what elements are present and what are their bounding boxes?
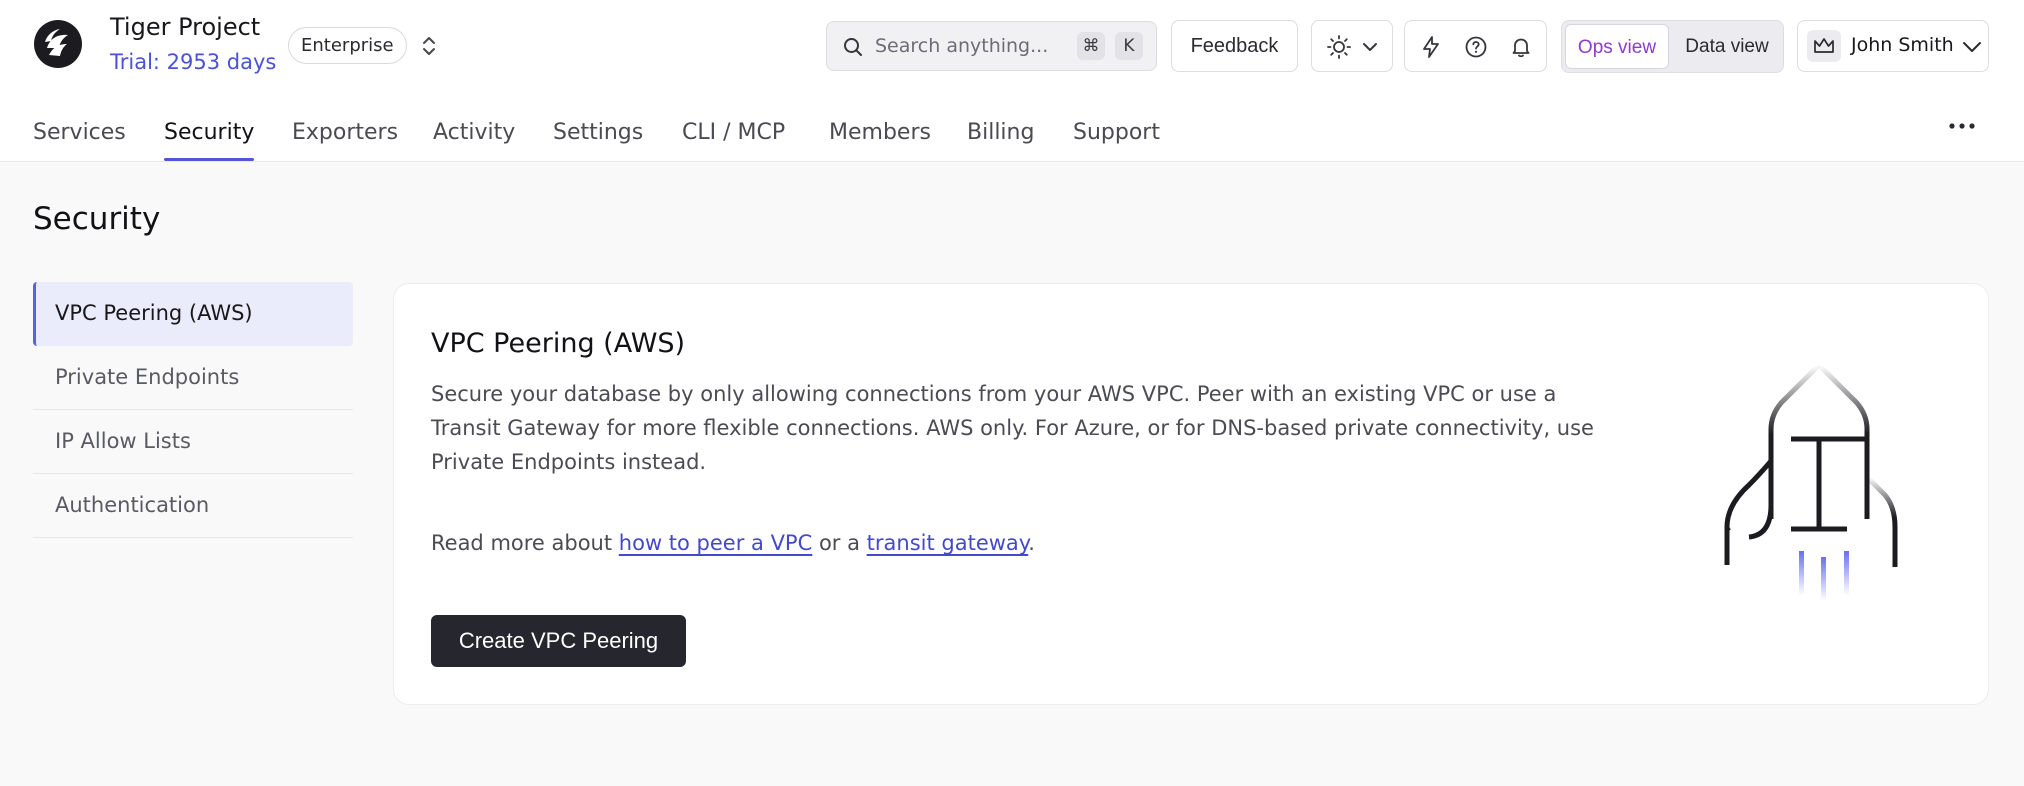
view-toggle: Ops view Data view xyxy=(1561,20,1784,73)
tab-cli-mcp[interactable]: CLI / MCP xyxy=(682,120,785,145)
sun-icon xyxy=(1327,35,1351,59)
page-title: Security xyxy=(33,201,161,237)
sidenav-item-private-endpoints[interactable]: Private Endpoints xyxy=(33,346,353,410)
tab-settings[interactable]: Settings xyxy=(553,120,643,145)
user-menu-button[interactable]: John Smith xyxy=(1797,20,1989,72)
bell-icon[interactable] xyxy=(1509,35,1533,59)
card-description: Secure your database by only allowing co… xyxy=(431,382,1594,474)
tab-members[interactable]: Members xyxy=(829,120,931,145)
project-switcher-icon[interactable] xyxy=(418,33,440,59)
trial-remaining: Trial: 2953 days xyxy=(110,50,277,74)
security-sidenav: VPC Peering (AWS) Private Endpoints IP A… xyxy=(33,282,353,538)
quick-actions-group xyxy=(1404,20,1547,72)
data-view-option[interactable]: Data view xyxy=(1672,24,1782,69)
search-icon xyxy=(844,38,862,56)
feedback-button[interactable]: Feedback xyxy=(1171,20,1298,72)
plan-badge: Enterprise xyxy=(288,27,407,64)
user-name: John Smith xyxy=(1851,34,1954,56)
card-title: VPC Peering (AWS) xyxy=(431,328,686,359)
tab-exporters[interactable]: Exporters xyxy=(292,120,398,145)
chevron-down-icon xyxy=(1363,43,1377,51)
ops-view-option[interactable]: Ops view xyxy=(1565,24,1669,69)
project-name[interactable]: Tiger Project xyxy=(110,13,260,41)
read-more-text: Read more about how to peer a VPC or a t… xyxy=(431,531,1035,555)
theme-toggle-button[interactable] xyxy=(1311,20,1393,72)
search-box[interactable]: Search anything... ⌘ K xyxy=(826,21,1157,71)
more-options-icon[interactable] xyxy=(1948,122,1976,130)
sidenav-item-authentication[interactable]: Authentication xyxy=(33,474,353,538)
create-vpc-peering-button[interactable]: Create VPC Peering xyxy=(431,615,686,667)
read-more-prefix: Read more about xyxy=(431,531,619,555)
read-more-suffix: . xyxy=(1028,531,1035,555)
help-icon[interactable] xyxy=(1464,35,1488,59)
read-more-mid: or a xyxy=(812,531,867,555)
shortcut-k-key: K xyxy=(1115,32,1143,60)
tab-security[interactable]: Security xyxy=(164,120,254,145)
lightning-icon[interactable] xyxy=(1419,35,1443,59)
crown-icon xyxy=(1814,38,1834,53)
search-placeholder: Search anything... xyxy=(875,35,1049,57)
tiger-logo-icon[interactable] xyxy=(32,18,84,70)
main-tabs: Services Security Exporters Activity Set… xyxy=(0,108,2024,162)
tab-support[interactable]: Support xyxy=(1073,120,1160,145)
avatar xyxy=(1807,30,1841,62)
top-bar: Tiger Project Trial: 2953 days Enterpris… xyxy=(0,0,2024,162)
tab-activity[interactable]: Activity xyxy=(433,120,515,145)
rocket-illustration-icon xyxy=(1724,363,1898,601)
tab-billing[interactable]: Billing xyxy=(967,120,1034,145)
active-tab-indicator xyxy=(164,158,254,161)
chevron-down-icon xyxy=(1963,42,1981,52)
vpc-peering-card: VPC Peering (AWS) Secure your database b… xyxy=(393,283,1989,705)
sidenav-item-ip-allow-lists[interactable]: IP Allow Lists xyxy=(33,410,353,474)
shortcut-command-key: ⌘ xyxy=(1077,32,1105,60)
how-to-peer-vpc-link[interactable]: how to peer a VPC xyxy=(619,531,812,555)
sidenav-item-vpc-peering[interactable]: VPC Peering (AWS) xyxy=(33,282,353,346)
tab-services[interactable]: Services xyxy=(33,120,126,145)
transit-gateway-link[interactable]: transit gateway xyxy=(867,531,1029,555)
